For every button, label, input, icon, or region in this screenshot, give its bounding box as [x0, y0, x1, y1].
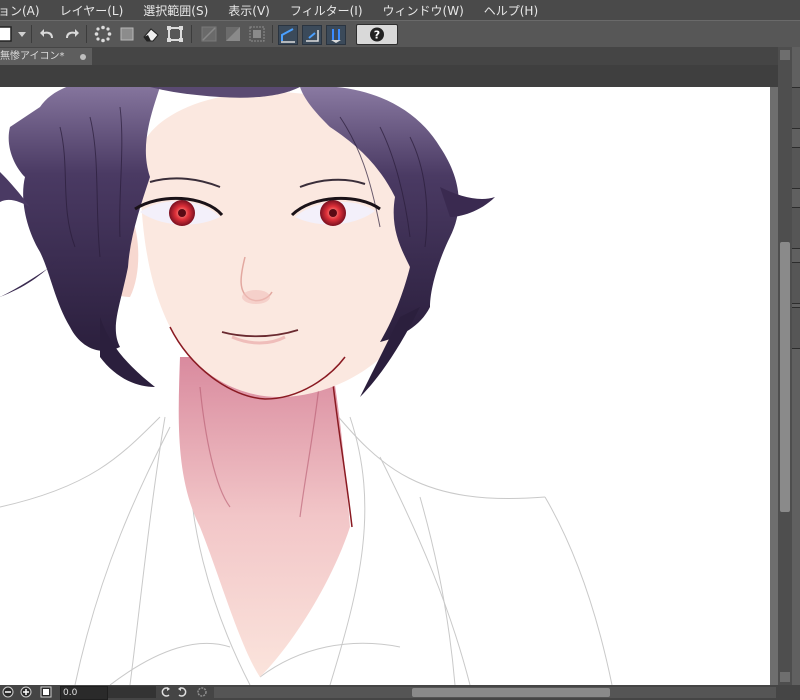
menu-help[interactable]: ヘルプ(H) — [474, 2, 548, 19]
vertical-scrollbar[interactable] — [778, 47, 792, 685]
menu-filter[interactable]: フィルター(I) — [280, 2, 373, 19]
menu-view[interactable]: 表示(V) — [218, 2, 280, 19]
help-button[interactable]: ? — [356, 24, 398, 45]
transform-icon[interactable] — [166, 25, 184, 43]
rotate-right-icon[interactable] — [176, 686, 188, 698]
toolbar-separator — [191, 25, 192, 43]
ruler-snap-icon[interactable] — [278, 25, 298, 45]
snap-frame-icon[interactable] — [248, 25, 266, 43]
toolbar-separator — [272, 25, 273, 43]
scroll-down-icon[interactable] — [780, 672, 790, 682]
canvas[interactable] — [0, 87, 770, 685]
zoom-slider[interactable] — [108, 686, 156, 698]
menu-bar: ョン(A) レイヤー(L) 選択範囲(S) 表示(V) フィルター(I) ウィン… — [0, 0, 800, 20]
undo-icon[interactable] — [39, 25, 57, 43]
snap-off-icon[interactable] — [200, 25, 218, 43]
command-bar: ? — [0, 20, 800, 48]
redo-icon[interactable] — [62, 25, 80, 43]
snap-grid-icon[interactable] — [224, 25, 242, 43]
panel-tab[interactable] — [792, 262, 800, 304]
help-icon: ? — [370, 27, 384, 42]
toolbar-separator — [86, 25, 87, 43]
zoom-out-icon[interactable] — [2, 686, 14, 698]
right-panel-edge — [792, 47, 800, 700]
document-tab-title: 無惨アイコン* — [0, 51, 65, 62]
fill-selection-icon[interactable] — [118, 25, 136, 43]
status-bar: 0.0 — [0, 685, 800, 700]
scroll-thumb[interactable] — [780, 242, 790, 512]
menu-window[interactable]: ウィンドウ(W) — [373, 2, 474, 19]
illustration — [0, 87, 613, 685]
special-ruler-icon[interactable] — [302, 25, 322, 45]
scroll-up-icon[interactable] — [780, 50, 790, 60]
fit-window-icon[interactable] — [40, 686, 52, 698]
canvas-header-strip — [0, 65, 778, 87]
close-tab-icon[interactable] — [80, 54, 86, 60]
panel-tab[interactable] — [792, 147, 800, 189]
menu-layer[interactable]: レイヤー(L) — [50, 2, 134, 19]
document-tab-bar: 無惨アイコン* — [0, 47, 778, 65]
toolbar-separator — [31, 25, 32, 43]
hscroll-thumb[interactable] — [412, 688, 610, 697]
neck — [178, 357, 350, 677]
reset-rotation-icon[interactable] — [196, 686, 208, 698]
menu-selection[interactable]: 選択範囲(S) — [133, 2, 218, 19]
clear-selection-icon[interactable] — [94, 25, 112, 43]
zoom-in-icon[interactable] — [20, 686, 32, 698]
help-label: ? — [374, 29, 380, 42]
menu-animation[interactable]: ョン(A) — [0, 2, 50, 19]
guide-snap-icon[interactable] — [326, 25, 346, 45]
rotate-left-icon[interactable] — [160, 686, 172, 698]
eraser-icon[interactable] — [142, 25, 160, 43]
panel-tab[interactable] — [792, 87, 800, 129]
canvas-margin — [770, 87, 778, 685]
dropdown-arrow-icon[interactable] — [13, 25, 26, 43]
document-tab[interactable]: 無惨アイコン* — [0, 48, 92, 65]
panel-tab[interactable] — [792, 207, 800, 249]
zoom-field[interactable]: 0.0 — [60, 686, 108, 700]
color-swatch-icon[interactable] — [0, 25, 14, 43]
panel-tab[interactable] — [792, 307, 800, 349]
horizontal-scrollbar[interactable] — [214, 687, 776, 698]
